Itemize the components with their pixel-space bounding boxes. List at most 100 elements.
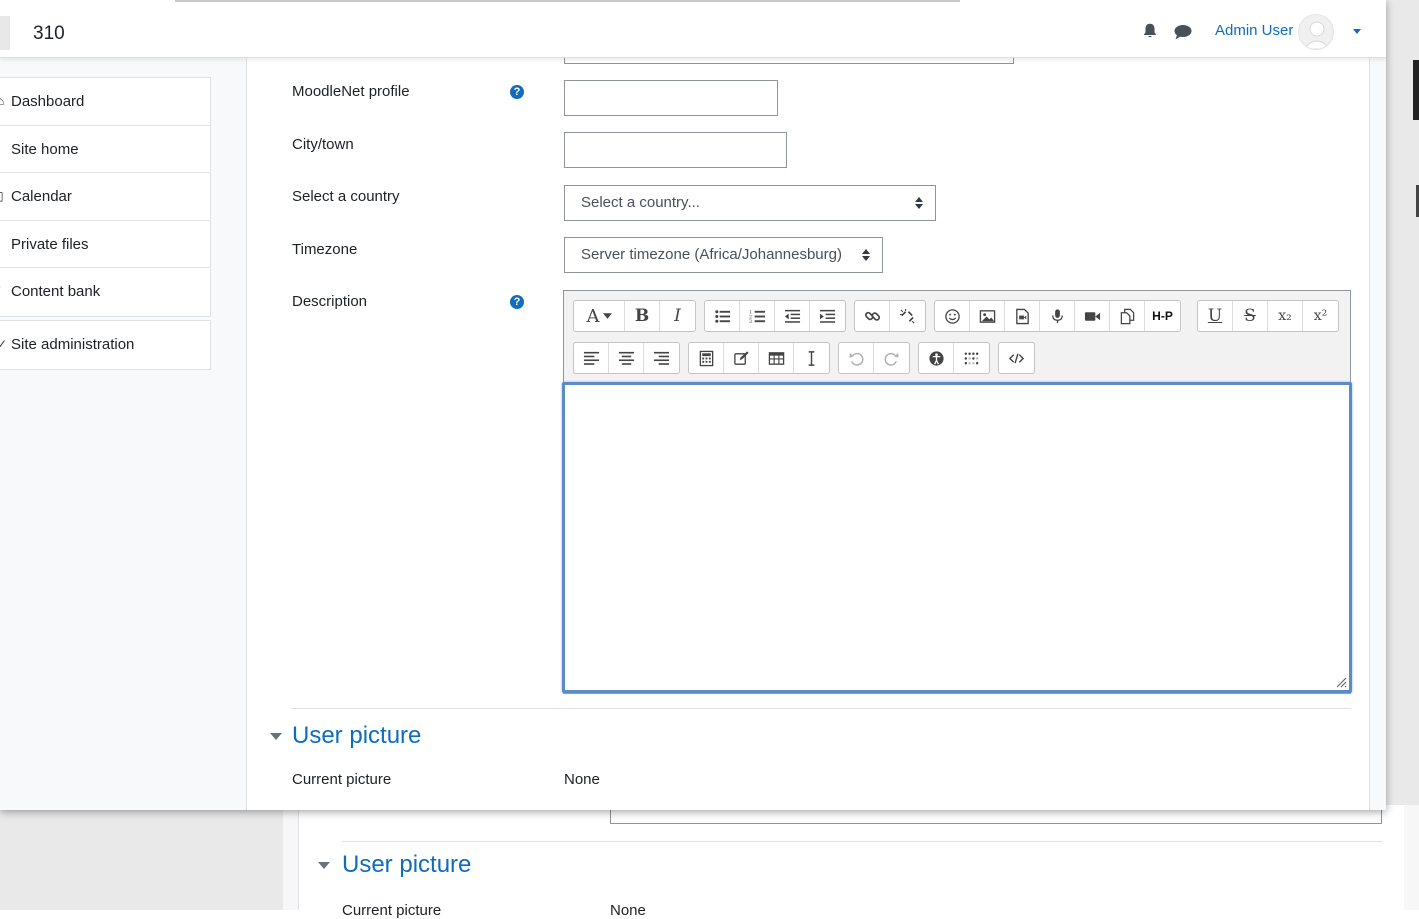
font-style-button[interactable]: A xyxy=(574,301,625,331)
align-right-button[interactable] xyxy=(644,343,679,373)
italic-label: I xyxy=(674,306,681,326)
clear-formatting-button[interactable] xyxy=(794,343,829,373)
file-icon: · xyxy=(0,221,1,268)
country-select[interactable]: Select a country... xyxy=(564,185,936,221)
dashboard-icon: ⌂ xyxy=(0,78,4,125)
subscript-button[interactable]: x₂ xyxy=(1268,301,1303,331)
background-edge xyxy=(1413,60,1419,120)
strikethrough-button[interactable]: S xyxy=(1233,301,1268,331)
city-town-input[interactable] xyxy=(564,132,787,168)
user-picture-section-title[interactable]: User picture xyxy=(292,722,421,750)
help-icon[interactable]: ? xyxy=(510,295,524,309)
accessibility-checker-button[interactable] xyxy=(919,343,954,373)
align-left-button[interactable] xyxy=(574,343,609,373)
bold-button[interactable]: B xyxy=(625,301,660,331)
background-divider xyxy=(342,841,1382,842)
subscript-label: x₂ xyxy=(1278,308,1292,324)
undo-icon xyxy=(848,350,865,367)
sidebar-item-content-bank[interactable]: / Content bank xyxy=(0,268,210,316)
record-video-button[interactable] xyxy=(1075,301,1110,331)
undo-button[interactable] xyxy=(839,343,874,373)
sidebar-item-private-files[interactable]: · Private files xyxy=(0,221,210,269)
outdent-button[interactable] xyxy=(775,301,810,331)
calendar-icon: ▯ xyxy=(0,173,4,220)
screenreader-helper-button[interactable] xyxy=(954,343,989,373)
toolbar-group-style: A B I xyxy=(573,300,696,332)
avatar[interactable] xyxy=(1298,14,1334,50)
code-icon xyxy=(1008,350,1025,367)
resize-grip-icon[interactable] xyxy=(1335,676,1347,688)
table-button[interactable] xyxy=(759,343,794,373)
toolbar-group-links xyxy=(854,300,926,332)
toolbar-group-media: H-P xyxy=(934,300,1181,332)
link-button[interactable] xyxy=(855,301,890,331)
select-arrows-icon xyxy=(862,249,870,261)
sidebar-item-label: Site home xyxy=(11,141,79,158)
pencil-square-icon xyxy=(733,350,750,367)
chat-icon[interactable] xyxy=(1173,23,1193,41)
current-picture-label: Current picture xyxy=(292,771,391,788)
unlink-button[interactable] xyxy=(890,301,925,331)
background-section-title: User picture xyxy=(342,851,471,879)
align-left-icon xyxy=(583,350,600,367)
html-button[interactable] xyxy=(999,343,1034,373)
record-audio-button[interactable] xyxy=(1040,301,1075,331)
special-character-button[interactable] xyxy=(724,343,759,373)
timezone-select[interactable]: Server timezone (Africa/Johannesburg) xyxy=(564,237,883,273)
link-icon xyxy=(864,308,881,325)
sidebar-item-label: Content bank xyxy=(11,283,100,300)
description-label: Description xyxy=(292,293,367,310)
files-icon xyxy=(1119,308,1136,325)
redo-icon xyxy=(883,350,900,367)
indent-button[interactable] xyxy=(810,301,845,331)
equation-button[interactable] xyxy=(689,343,724,373)
media-button[interactable] xyxy=(1005,301,1040,331)
drawer-toggle[interactable] xyxy=(0,16,10,50)
superscript-button[interactable]: x² xyxy=(1303,301,1338,331)
collapse-toggle-icon[interactable] xyxy=(270,733,282,740)
bell-icon[interactable] xyxy=(1141,22,1159,40)
sidebar-item-dashboard[interactable]: ⌂ Dashboard xyxy=(0,78,210,126)
bold-label: B xyxy=(635,306,649,326)
moodlenet-profile-input[interactable] xyxy=(564,80,778,116)
redo-button[interactable] xyxy=(874,343,909,373)
toolbar-group-lists: 123 xyxy=(704,300,846,332)
emoticon-button[interactable] xyxy=(935,301,970,331)
manage-files-button[interactable] xyxy=(1110,301,1145,331)
toolbar-group-html xyxy=(998,342,1035,374)
unordered-list-button[interactable] xyxy=(705,301,740,331)
background-current-picture-value: None xyxy=(610,902,646,919)
ordered-list-icon: 123 xyxy=(749,308,766,325)
toolbar-group-insert xyxy=(688,342,830,374)
select-arrows-icon xyxy=(915,197,923,209)
sidebar-item-site-administration[interactable]: ✓ Site administration xyxy=(0,321,210,369)
description-editor-content[interactable] xyxy=(562,382,1352,693)
country-label: Select a country xyxy=(292,188,400,205)
site-name[interactable]: 310 xyxy=(33,23,65,45)
ordered-list-button[interactable]: 123 xyxy=(740,301,775,331)
underline-button[interactable]: U xyxy=(1198,301,1233,331)
h5p-button[interactable]: H-P xyxy=(1145,301,1180,331)
caret-down-icon[interactable] xyxy=(1353,29,1361,34)
calculator-icon xyxy=(698,350,715,367)
underline-label: U xyxy=(1208,306,1222,326)
video-camera-icon xyxy=(1084,308,1101,325)
image-icon xyxy=(979,308,996,325)
braille-icon xyxy=(963,350,980,367)
sidebar-item-calendar[interactable]: ▯ Calendar xyxy=(0,173,210,221)
user-menu-name[interactable]: Admin User xyxy=(1215,22,1293,39)
sidebar-admin-group: ✓ Site administration xyxy=(0,320,211,370)
align-center-button[interactable] xyxy=(609,343,644,373)
image-button[interactable] xyxy=(970,301,1005,331)
accessibility-icon xyxy=(928,350,945,367)
unlink-icon xyxy=(899,308,916,325)
home-icon: · xyxy=(0,126,1,173)
italic-button[interactable]: I xyxy=(660,301,695,331)
text-cursor-icon xyxy=(803,350,820,367)
toolbar-group-history xyxy=(838,342,910,374)
background-section-toggle-icon xyxy=(318,862,330,869)
timezone-label: Timezone xyxy=(292,241,357,258)
sidebar-item-label: Site administration xyxy=(11,336,134,353)
sidebar-item-site-home[interactable]: · Site home xyxy=(0,126,210,174)
help-icon[interactable]: ? xyxy=(510,85,524,99)
